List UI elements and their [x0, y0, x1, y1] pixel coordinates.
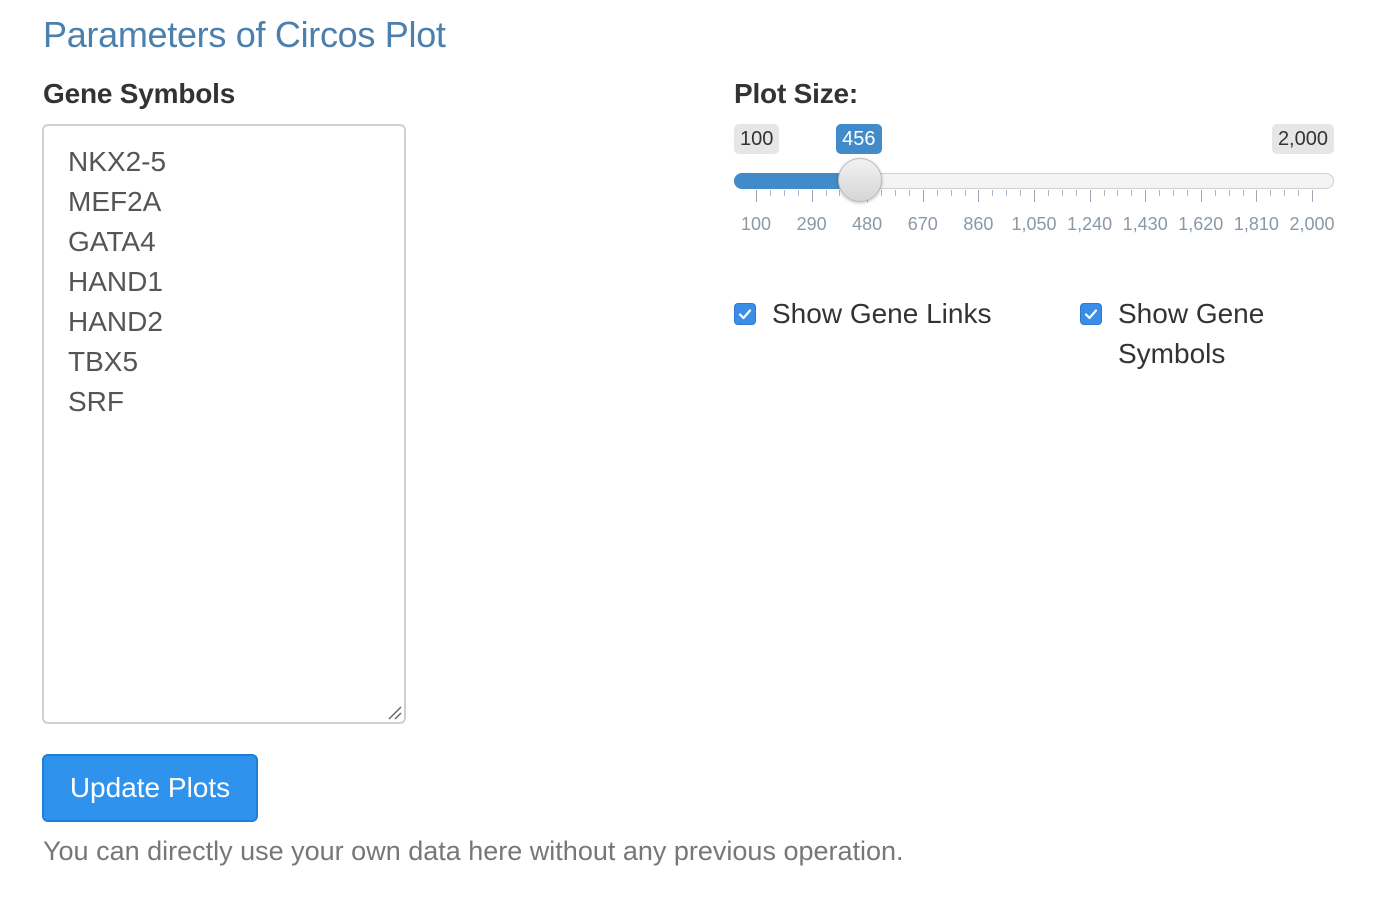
slider-major-tick [1034, 190, 1035, 202]
slider-minor-tick [1061, 190, 1063, 196]
slider-minor-tick [1020, 190, 1022, 196]
slider-handle[interactable] [838, 158, 883, 202]
helper-text: You can directly use your own data here … [43, 836, 904, 866]
slider-minor-tick [1284, 190, 1286, 196]
slider-tick-label: 1,620 [1178, 214, 1224, 234]
slider-major-tick [1312, 190, 1313, 202]
checkbox-checked-icon[interactable] [734, 303, 756, 325]
slider-minor-tick [936, 190, 938, 196]
slider-minor-tick [783, 190, 785, 196]
slider-minor-tick [950, 190, 952, 196]
slider-minor-tick [1006, 190, 1008, 196]
slider-minor-tick [964, 190, 966, 196]
update-plots-button[interactable]: Update Plots [42, 754, 258, 822]
slider-minor-tick [1242, 190, 1244, 196]
slider-tick-label: 1,050 [1011, 214, 1057, 234]
slider-minor-tick [1270, 190, 1272, 196]
slider-minor-tick [1186, 190, 1188, 196]
slider-tick-label: 1,240 [1067, 214, 1113, 234]
slider-major-tick [756, 190, 757, 202]
page-title: Parameters of Circos Plot [43, 14, 446, 55]
slider-minor-tick [881, 190, 883, 196]
show-gene-symbols-label: Show Gene Symbols [1118, 298, 1265, 369]
slider-ticks [734, 190, 1334, 206]
slider-major-tick [1256, 190, 1258, 202]
slider-minor-tick [1173, 190, 1174, 196]
slider-major-tick [922, 190, 924, 202]
slider-tick-label: 1,810 [1233, 214, 1279, 234]
slider-major-tick [1145, 190, 1147, 202]
slider-tick-label: 860 [963, 214, 994, 234]
slider-minor-tick [992, 190, 994, 196]
slider-minor-tick [769, 190, 771, 196]
slider-minor-tick [1159, 190, 1161, 196]
slider-minor-tick [797, 190, 799, 196]
show-gene-links-label: Show Gene Links [772, 298, 992, 329]
slider-minor-tick [1047, 190, 1049, 196]
gene-symbols-field-container [42, 124, 406, 724]
gene-symbols-textarea[interactable] [44, 126, 404, 722]
show-gene-symbols-checkbox[interactable]: Show Gene Symbols [1080, 294, 1340, 374]
slider-minor-tick [825, 190, 827, 196]
slider-major-tick [811, 190, 813, 202]
show-gene-links-checkbox[interactable]: Show Gene Links [734, 294, 991, 334]
slider-major-tick [1200, 190, 1202, 202]
slider-tick-label: 1,430 [1122, 214, 1168, 234]
slider-minor-tick [1103, 190, 1105, 196]
slider-minor-tick [1228, 190, 1230, 196]
slider-tick-label: 100 [740, 214, 772, 234]
slider-minor-tick [1131, 190, 1133, 196]
plot-size-label: Plot Size: [734, 78, 859, 109]
slider-major-tick [978, 190, 980, 202]
slider-minor-tick [1298, 190, 1300, 196]
slider-minor-tick [895, 190, 896, 196]
slider-minor-tick [1075, 190, 1077, 196]
slider-tick-label: 2,000 [1289, 214, 1335, 234]
slider-minor-tick [908, 190, 910, 196]
slider-current-value: 456 [836, 124, 882, 154]
resize-grip-icon[interactable] [386, 704, 402, 720]
slider-major-tick [1089, 190, 1091, 202]
plot-size-slider[interactable]: 100 456 2,000 100 290 480 670 860 1,050 1,240 1… [734, 122, 1335, 242]
slider-minor-tick [1117, 190, 1119, 196]
slider-tick-label: 480 [852, 214, 883, 234]
slider-tick-label: 290 [796, 214, 827, 234]
gene-symbols-label: Gene Symbols [43, 78, 236, 109]
slider-max-label: 2,000 [1271, 124, 1334, 154]
slider-minor-tick [1214, 190, 1216, 196]
slider-tick-label: 670 [907, 214, 938, 234]
checkbox-checked-icon[interactable] [1080, 303, 1102, 325]
slider-min-label: 100 [734, 124, 780, 154]
